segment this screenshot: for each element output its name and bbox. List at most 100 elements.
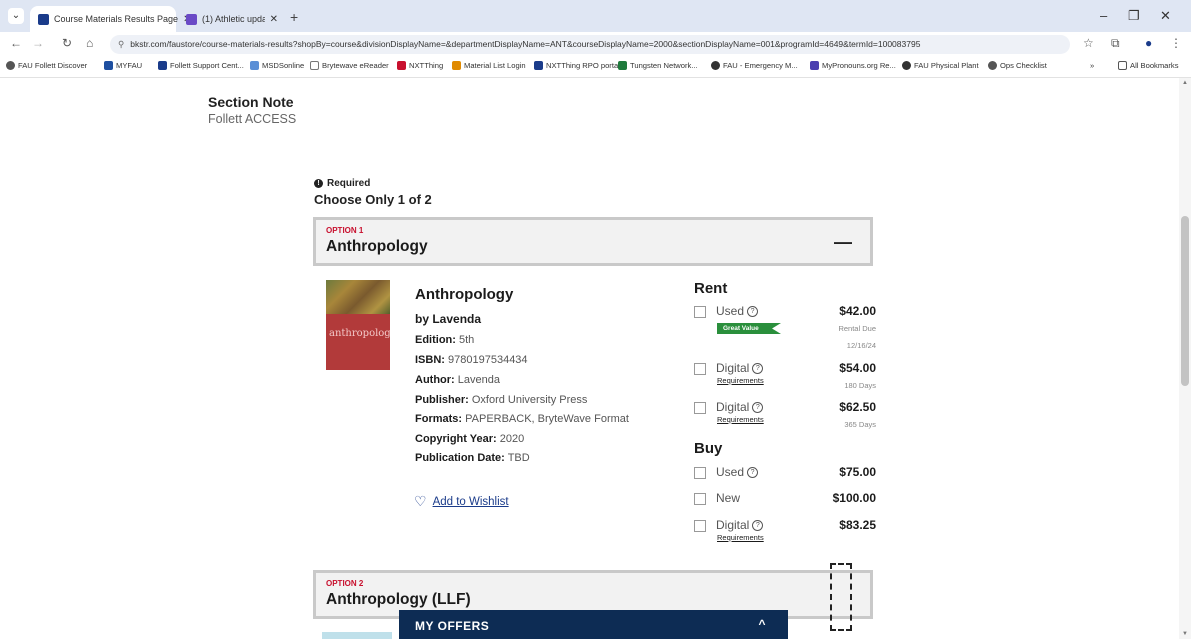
browser-menu-icon[interactable]: ⋮ (1170, 36, 1182, 50)
required-indicator: ! Required (314, 178, 370, 189)
buy-new-checkbox[interactable] (694, 493, 706, 505)
help-icon[interactable]: ? (747, 305, 759, 317)
section-note-title: Section Note (208, 94, 294, 110)
author-detail: Author: Lavenda (415, 374, 500, 386)
edition-detail: Edition: 5th (415, 334, 474, 346)
bookmark-myfau[interactable]: MYFAU (104, 61, 142, 70)
bookmark-fau-emergency[interactable]: FAU - Emergency M... (711, 61, 798, 70)
help-icon[interactable]: ? (752, 401, 764, 413)
bookmarks-overflow-icon[interactable]: » (1090, 61, 1094, 70)
bookmark-ops-checklist[interactable]: Ops Checklist (988, 61, 1047, 70)
bookmark-tungsten[interactable]: Tungsten Network... (618, 61, 698, 70)
minimize-icon[interactable]: – (1100, 8, 1107, 23)
buy-heading: Buy (694, 440, 723, 457)
help-icon[interactable]: ? (752, 519, 764, 531)
section-note-value: Follett ACCESS (208, 112, 297, 126)
extensions-icon[interactable]: ⧉ (1111, 36, 1120, 51)
all-bookmarks[interactable]: All Bookmarks (1118, 61, 1179, 70)
bookmark-follett-support[interactable]: Follett Support Cent... (158, 61, 244, 70)
rental-duration: 365 Days (844, 420, 876, 429)
requirements-link[interactable]: Requirements (717, 533, 764, 542)
bookmark-nxtthing-rpo[interactable]: NXTThing RPO portal (534, 61, 620, 70)
rent-used-option[interactable]: Used? Great Value $42.00 Rental Due 12/1… (694, 304, 876, 354)
reload-icon[interactable]: ↻ (62, 36, 72, 50)
rent-used-checkbox[interactable] (694, 306, 706, 318)
format-label: Digital? (716, 361, 764, 375)
format-name: New (716, 491, 741, 505)
format-label: Used? (716, 304, 759, 318)
detail-label: Edition: (415, 334, 456, 346)
bookmark-msdsonline[interactable]: MSDSonline (250, 61, 304, 70)
scroll-down-icon[interactable]: ▼ (1182, 631, 1188, 637)
rental-due-date: 12/16/24 (846, 341, 876, 350)
bookmark-brytewave[interactable]: Brytewave eReader (310, 61, 389, 70)
rent-digital-365-option[interactable]: Digital? Requirements $62.50 365 Days (694, 400, 876, 430)
rental-due-label: Rental Due (838, 324, 876, 333)
site-info-icon[interactable]: ⚲ (118, 35, 124, 54)
profile-icon[interactable]: ● (1145, 36, 1152, 50)
browser-tab-bar: ⌄ Course Materials Results Page ✕ (1) At… (0, 0, 1191, 32)
detail-label: Publication Date: (415, 452, 505, 464)
new-tab-icon[interactable]: + (290, 9, 298, 25)
bookmark-label: NXTThing (409, 61, 444, 70)
address-bar: ← → ↻ ⌂ ⚲ bkstr.com/faustore/course-mater… (0, 32, 1191, 56)
rent-used-price: $42.00 (839, 304, 876, 318)
rent-digital-180-checkbox[interactable] (694, 363, 706, 375)
required-label: Required (327, 178, 371, 189)
publisher-detail: Publisher: Oxford University Press (415, 394, 587, 406)
requirements-link[interactable]: Requirements (717, 376, 764, 385)
bookmark-icon (534, 61, 543, 70)
bookmark-icon (810, 61, 819, 70)
bookmark-icon (397, 61, 406, 70)
bookmark-label: MyPronouns.org Re... (822, 61, 896, 70)
scroll-up-icon[interactable]: ▲ (1182, 80, 1188, 86)
buy-new-option[interactable]: New $100.00 (694, 491, 876, 509)
bookmark-label: MYFAU (116, 61, 143, 70)
restore-icon[interactable]: ❐ (1128, 8, 1140, 24)
format-name: Digital (716, 518, 750, 532)
buy-used-checkbox[interactable] (694, 467, 706, 479)
copyright-detail: Copyright Year: 2020 (415, 433, 524, 445)
help-icon[interactable]: ? (747, 466, 759, 478)
format-label: New (716, 491, 740, 505)
bookmark-mypronouns[interactable]: MyPronouns.org Re... (810, 61, 896, 70)
close-window-icon[interactable]: ✕ (1160, 8, 1171, 24)
buy-digital-option[interactable]: Digital? Requirements $83.25 (694, 518, 876, 548)
page-scrollbar[interactable]: ▲ ▼ (1179, 78, 1191, 639)
buy-used-option[interactable]: Used? $75.00 (694, 465, 876, 483)
collapse-icon[interactable]: — (834, 232, 852, 253)
rent-digital-180-option[interactable]: Digital? Requirements $54.00 180 Days (694, 361, 876, 391)
choose-instructions: Choose Only 1 of 2 (314, 192, 432, 207)
great-value-badge: Great Value (717, 323, 781, 334)
detail-value: TBD (507, 452, 530, 464)
close-tab-icon[interactable]: ✕ (270, 14, 278, 25)
option-1-header[interactable]: OPTION 1 Anthropology — (313, 217, 873, 266)
bookmark-nxtthing[interactable]: NXTThing (397, 61, 443, 70)
my-offers-bar[interactable]: MY OFFERS ^ (399, 610, 788, 639)
help-icon[interactable]: ? (752, 362, 764, 374)
url-input[interactable]: ⚲ bkstr.com/faustore/course-materials-res… (110, 35, 1070, 54)
publication-date-detail: Publication Date: TBD (415, 452, 530, 464)
scrollbar-thumb[interactable] (1181, 216, 1189, 386)
rent-digital-365-checkbox[interactable] (694, 402, 706, 414)
detail-label: Copyright Year: (415, 433, 497, 445)
partial-button[interactable] (322, 632, 392, 639)
tab-athletic-update[interactable]: (1) Athletic update w/Dexter & ✕ (178, 6, 286, 32)
buy-digital-checkbox[interactable] (694, 520, 706, 532)
bookmark-star-icon[interactable]: ☆ (1083, 36, 1094, 50)
expand-toggle-focus-outline[interactable] (830, 563, 852, 631)
bookmark-fau-physical-plant[interactable]: FAU Physical Plant (902, 61, 979, 70)
chevron-up-icon[interactable]: ^ (758, 617, 766, 631)
add-to-wishlist-link[interactable]: ♡ Add to Wishlist (414, 493, 509, 510)
bookmark-fau-follett-discover[interactable]: FAU Follett Discover (6, 61, 87, 70)
forward-icon[interactable]: → (32, 36, 44, 50)
page-viewport: Section Note Follett ACCESS ! Required C… (0, 78, 1191, 639)
tab-course-materials[interactable]: Course Materials Results Page ✕ (30, 6, 191, 32)
book-byline: by Lavenda (415, 312, 482, 326)
home-icon[interactable]: ⌂ (86, 36, 93, 50)
bookmark-material-list-login[interactable]: Material List Login (452, 61, 526, 70)
back-icon[interactable]: ← (10, 36, 22, 50)
tab-title: (1) Athletic update w/Dexter & (202, 14, 265, 24)
tab-search-menu-icon[interactable]: ⌄ (8, 8, 24, 24)
requirements-link[interactable]: Requirements (717, 415, 764, 424)
